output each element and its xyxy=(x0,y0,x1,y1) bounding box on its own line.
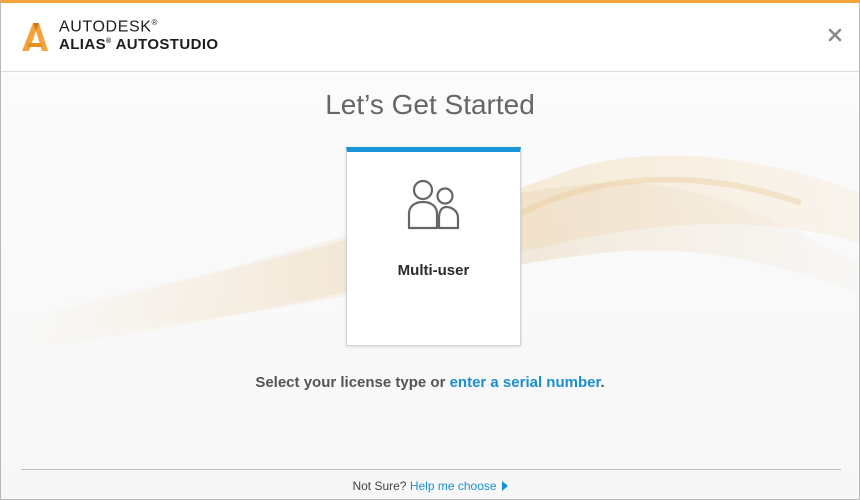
dialog-header: AUTODESK® ALIAS® AUTOSTUDIO xyxy=(1,3,859,72)
footer: Not Sure? Help me choose xyxy=(1,479,859,493)
footer-divider xyxy=(21,469,841,470)
brand-product-name: ALIAS® AUTOSTUDIO xyxy=(59,36,219,53)
help-me-choose-link[interactable]: Help me choose xyxy=(410,479,497,493)
page-title: Let’s Get Started xyxy=(325,89,535,120)
dialog-content: Let’s Get Started Multi-user Select your… xyxy=(1,73,859,499)
caret-right-icon[interactable] xyxy=(501,481,508,491)
multi-user-card[interactable]: Multi-user xyxy=(346,147,521,346)
close-icon[interactable] xyxy=(825,25,845,45)
not-sure-text: Not Sure? xyxy=(352,479,410,493)
multi-user-icon xyxy=(407,179,460,230)
license-dialog: AUTODESK® ALIAS® AUTOSTUDIO Let’s Get St… xyxy=(0,0,860,500)
license-prompt: Select your license type or enter a seri… xyxy=(255,374,605,391)
serial-number-link[interactable]: enter a serial number xyxy=(450,374,601,391)
multi-user-label: Multi-user xyxy=(397,262,470,279)
autodesk-a-icon xyxy=(22,23,48,51)
brand-autodesk: AUTODESK® xyxy=(59,18,159,36)
